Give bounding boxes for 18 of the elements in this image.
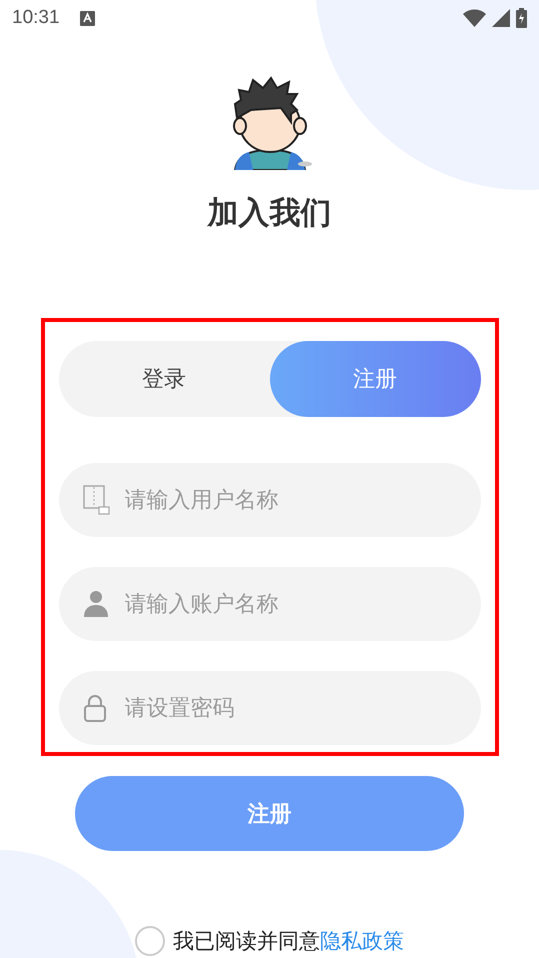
agreement-text: 我已阅读并同意隐私政策: [173, 928, 404, 955]
lock-icon: [82, 694, 106, 722]
keyboard-icon: [80, 10, 95, 26]
user-icon: [82, 590, 108, 618]
signal-icon: [492, 9, 510, 27]
tab[interactable]: 登录: [58, 341, 270, 417]
page-title: 加入我们: [208, 194, 332, 233]
status-time: 10:31: [12, 7, 60, 29]
input-field[interactable]: 请设置密码: [58, 671, 480, 745]
privacy-link[interactable]: 隐私政策: [320, 929, 404, 953]
input-field[interactable]: 请输入用户名称: [58, 463, 480, 537]
agree-checkbox[interactable]: [135, 926, 165, 956]
register-button[interactable]: 注册: [75, 776, 464, 851]
wifi-icon: [463, 9, 486, 27]
tab[interactable]: 注册: [270, 341, 480, 417]
name-card-icon: [82, 485, 110, 515]
input-field[interactable]: 请输入账户名称: [58, 567, 480, 641]
battery-icon: [516, 8, 527, 28]
